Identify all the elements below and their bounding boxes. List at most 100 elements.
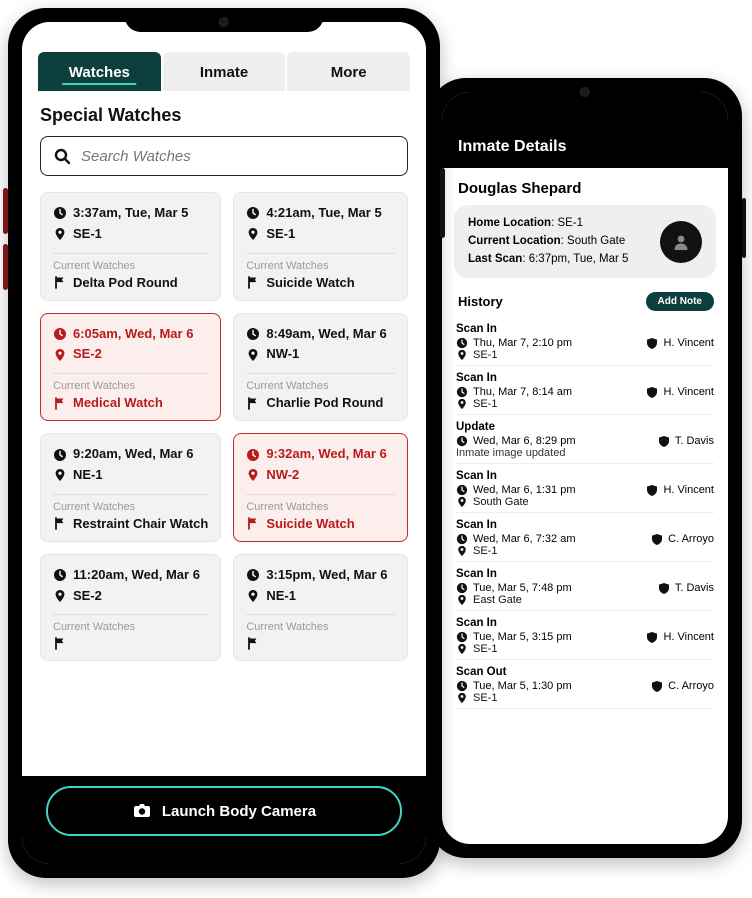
current-watches-label: Current Watches bbox=[53, 621, 208, 633]
clock-icon bbox=[246, 448, 260, 462]
flag-icon bbox=[53, 516, 67, 530]
history-location: South Gate bbox=[456, 496, 714, 508]
side-button-left-1 bbox=[3, 188, 8, 234]
watch-card[interactable]: 3:37am, Tue, Mar 5SE-1Current WatchesDel… bbox=[40, 192, 221, 301]
history-officer: T. Davis bbox=[658, 435, 714, 447]
history-type: Scan In bbox=[456, 568, 714, 580]
card-location: NW-1 bbox=[246, 344, 395, 365]
clock-icon bbox=[456, 582, 468, 594]
history-type: Scan Out bbox=[456, 666, 714, 678]
watch-name: Delta Pod Round bbox=[53, 275, 208, 290]
search-field[interactable] bbox=[40, 136, 408, 176]
shield-icon bbox=[658, 582, 670, 594]
inmate-info-box: Home Location: SE-1 Current Location: So… bbox=[454, 205, 716, 278]
flag-icon bbox=[246, 275, 260, 289]
history-item[interactable]: UpdateWed, Mar 6, 8:29 pmT. DavisInmate … bbox=[456, 415, 714, 464]
history-officer: C. Arroyo bbox=[651, 533, 714, 545]
history-officer: T. Davis bbox=[658, 582, 714, 594]
current-watches-label: Current Watches bbox=[246, 380, 395, 392]
watch-card[interactable]: 11:20am, Wed, Mar 6SE-2Current Watches bbox=[40, 554, 221, 662]
bottom-bar: Launch Body Camera bbox=[22, 776, 426, 864]
card-time: 11:20am, Wed, Mar 6 bbox=[53, 565, 208, 586]
history-item[interactable]: Scan InThu, Mar 7, 2:10 pmH. VincentSE-1 bbox=[456, 317, 714, 366]
clock-icon bbox=[456, 386, 468, 398]
pin-icon bbox=[53, 589, 67, 603]
avatar[interactable] bbox=[660, 221, 702, 263]
clock-icon bbox=[53, 206, 67, 220]
card-time: 4:21am, Tue, Mar 5 bbox=[246, 203, 395, 224]
add-note-button[interactable]: Add Note bbox=[646, 292, 714, 311]
pin-icon bbox=[456, 643, 468, 655]
flag-icon bbox=[53, 275, 67, 289]
history-officer: H. Vincent bbox=[646, 484, 714, 496]
person-icon bbox=[671, 232, 691, 252]
watch-card[interactable]: 6:05am, Wed, Mar 6SE-2Current WatchesMed… bbox=[40, 313, 221, 422]
history-time: Thu, Mar 7, 2:10 pm bbox=[456, 337, 572, 349]
watch-name: Suicide Watch bbox=[246, 275, 395, 290]
side-button bbox=[742, 198, 746, 258]
history-item[interactable]: Scan OutTue, Mar 5, 1:30 pmC. ArroyoSE-1 bbox=[456, 660, 714, 709]
history-type: Update bbox=[456, 421, 714, 433]
history-item[interactable]: Scan InThu, Mar 7, 8:14 amH. VincentSE-1 bbox=[456, 366, 714, 415]
side-button-right bbox=[440, 168, 445, 238]
section-title: Special Watches bbox=[22, 101, 426, 136]
watch-card[interactable]: 8:49am, Wed, Mar 6NW-1Current WatchesCha… bbox=[233, 313, 408, 422]
clock-icon bbox=[53, 327, 67, 341]
flag-icon bbox=[246, 516, 260, 530]
history-time: Wed, Mar 6, 1:31 pm bbox=[456, 484, 576, 496]
history-item[interactable]: Scan InTue, Mar 5, 7:48 pmT. DavisEast G… bbox=[456, 562, 714, 611]
card-time: 9:20am, Wed, Mar 6 bbox=[53, 444, 208, 465]
current-watches-label: Current Watches bbox=[53, 380, 208, 392]
history-time: Wed, Mar 6, 7:32 am bbox=[456, 533, 576, 545]
watch-card[interactable]: 9:20am, Wed, Mar 6NE-1Current WatchesRes… bbox=[40, 433, 221, 542]
watch-name: Restraint Chair Watch bbox=[53, 516, 208, 531]
clock-icon bbox=[456, 337, 468, 349]
watch-card[interactable]: 3:15pm, Wed, Mar 6NE-1Current Watches bbox=[233, 554, 408, 662]
card-location: SE-1 bbox=[53, 224, 208, 245]
history-item[interactable]: Scan InWed, Mar 6, 1:31 pmH. VincentSout… bbox=[456, 464, 714, 513]
history-type: Scan In bbox=[456, 519, 714, 531]
history-list: Scan InThu, Mar 7, 2:10 pmH. VincentSE-1… bbox=[442, 317, 728, 709]
camera-button-label: Launch Body Camera bbox=[162, 803, 316, 820]
pin-icon bbox=[246, 227, 260, 241]
watch-card[interactable]: 4:21am, Tue, Mar 5SE-1Current WatchesSui… bbox=[233, 192, 408, 301]
search-input[interactable] bbox=[81, 148, 395, 165]
clock-icon bbox=[456, 631, 468, 643]
watch-name: Suicide Watch bbox=[246, 516, 395, 531]
page-title: Inmate Details bbox=[442, 92, 728, 168]
shield-icon bbox=[646, 484, 658, 496]
history-time: Tue, Mar 5, 1:30 pm bbox=[456, 680, 572, 692]
tab-more[interactable]: More bbox=[287, 52, 410, 91]
history-type: Scan In bbox=[456, 617, 714, 629]
pin-icon bbox=[246, 468, 260, 482]
history-header: History Add Note bbox=[442, 278, 728, 317]
history-location: SE-1 bbox=[456, 398, 714, 410]
card-time: 9:32am, Wed, Mar 6 bbox=[246, 444, 395, 465]
camera-icon bbox=[132, 801, 152, 821]
flag-icon bbox=[246, 636, 260, 650]
clock-icon bbox=[246, 206, 260, 220]
clock-icon bbox=[246, 568, 260, 582]
launch-camera-button[interactable]: Launch Body Camera bbox=[46, 786, 402, 836]
card-time: 6:05am, Wed, Mar 6 bbox=[53, 324, 208, 345]
tab-inmate[interactable]: Inmate bbox=[163, 52, 286, 91]
tab-watches[interactable]: Watches bbox=[38, 52, 161, 91]
current-watches-label: Current Watches bbox=[246, 501, 395, 513]
side-button-left-2 bbox=[3, 244, 8, 290]
screen-front: Watches Inmate More Special Watches 3:37… bbox=[22, 22, 426, 864]
history-item[interactable]: Scan InTue, Mar 5, 3:15 pmH. VincentSE-1 bbox=[456, 611, 714, 660]
history-location: SE-1 bbox=[456, 643, 714, 655]
clock-icon bbox=[456, 680, 468, 692]
phone-front: Watches Inmate More Special Watches 3:37… bbox=[8, 8, 440, 878]
history-note: Inmate image updated bbox=[456, 447, 714, 459]
phone-back: Inmate Details Douglas Shepard Home Loca… bbox=[428, 78, 742, 858]
history-officer: H. Vincent bbox=[646, 386, 714, 398]
card-time: 3:15pm, Wed, Mar 6 bbox=[246, 565, 395, 586]
history-location: SE-1 bbox=[456, 692, 714, 704]
screen-back: Inmate Details Douglas Shepard Home Loca… bbox=[442, 92, 728, 844]
history-item[interactable]: Scan InWed, Mar 6, 7:32 amC. ArroyoSE-1 bbox=[456, 513, 714, 562]
clock-icon bbox=[53, 448, 67, 462]
watch-grid: 3:37am, Tue, Mar 5SE-1Current WatchesDel… bbox=[22, 188, 426, 661]
clock-icon bbox=[53, 568, 67, 582]
watch-card[interactable]: 9:32am, Wed, Mar 6NW-2Current WatchesSui… bbox=[233, 433, 408, 542]
